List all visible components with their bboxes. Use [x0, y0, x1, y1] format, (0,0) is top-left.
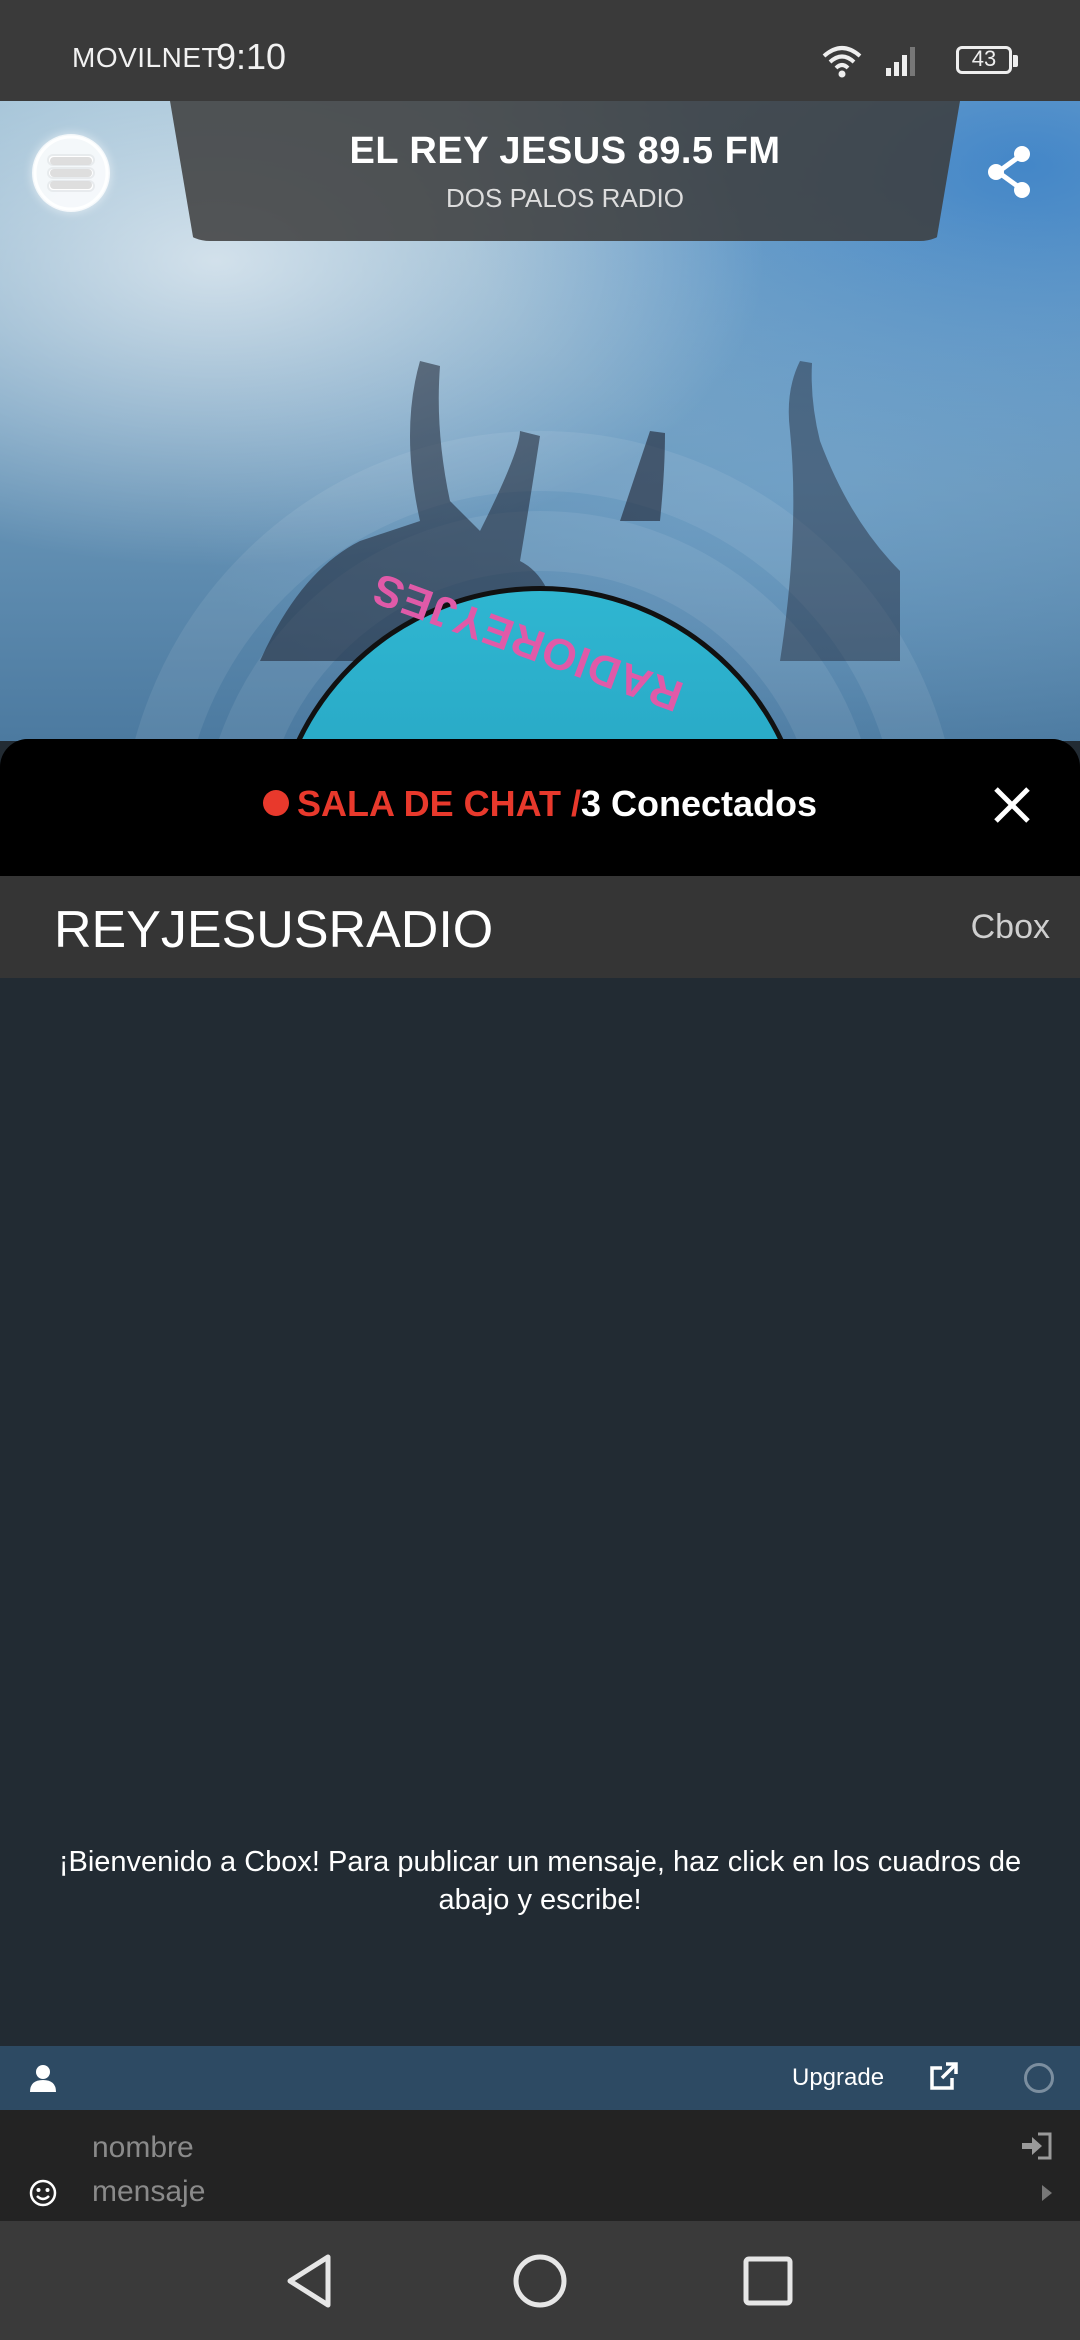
status-icons: 43 — [822, 40, 1018, 80]
recents-icon[interactable] — [738, 2251, 798, 2311]
back-icon[interactable] — [280, 2251, 340, 2311]
share-icon — [988, 146, 1030, 198]
chat-room-label: SALA DE CHAT / — [296, 783, 581, 824]
upgrade-link[interactable]: Upgrade — [792, 2064, 884, 2092]
message-input[interactable] — [92, 2168, 992, 2216]
chat-input-area — [0, 2110, 1080, 2221]
user-icon[interactable] — [28, 2063, 58, 2093]
room-name: REYJESUSRADIO — [54, 901, 494, 959]
send-arrow-icon[interactable] — [1040, 2183, 1054, 2203]
station-subtitle: DOS PALOS RADIO — [446, 183, 684, 213]
system-nav-bar — [0, 2221, 1080, 2340]
battery-icon: 43 — [956, 46, 1018, 74]
signal-icon — [886, 47, 915, 76]
share-button[interactable] — [982, 144, 1038, 200]
welcome-message: ¡Bienvenido a Cbox! Para publicar un men… — [58, 1846, 1022, 1916]
external-link-icon[interactable] — [928, 2060, 960, 2092]
close-chat-button[interactable] — [990, 783, 1034, 827]
chat-title: SALA DE CHAT /3 Conectados — [0, 783, 1080, 825]
room-bar: REYJESUSRADIO Cbox — [0, 876, 1080, 978]
menu-button[interactable] — [32, 134, 110, 212]
live-dot-icon — [262, 790, 289, 816]
chat-toolbar: Upgrade — [0, 2046, 1080, 2110]
status-circle-icon[interactable] — [1024, 2063, 1054, 2093]
carrier-name: MOVILNET — [72, 42, 220, 73]
battery-level: 43 — [971, 46, 997, 71]
name-input[interactable] — [92, 2124, 992, 2172]
home-icon[interactable] — [510, 2251, 570, 2311]
close-icon — [994, 787, 1030, 823]
chat-header: SALA DE CHAT /3 Conectados — [0, 739, 1080, 876]
clock: 9:10 — [216, 36, 287, 77]
emoji-icon[interactable] — [28, 2178, 58, 2208]
login-icon[interactable] — [1020, 2132, 1052, 2160]
cbox-link[interactable]: Cbox — [971, 908, 1050, 947]
connected-count: 3 Conectados — [580, 783, 818, 824]
status-bar: MOVILNET 9:10 43 — [0, 0, 1080, 101]
menu-icon — [33, 135, 109, 211]
wifi-icon — [822, 46, 862, 78]
station-name: EL REY JESUS 89.5 FM — [349, 130, 781, 172]
chat-panel: SALA DE CHAT /3 Conectados REYJESUSRADIO… — [0, 739, 1080, 2221]
